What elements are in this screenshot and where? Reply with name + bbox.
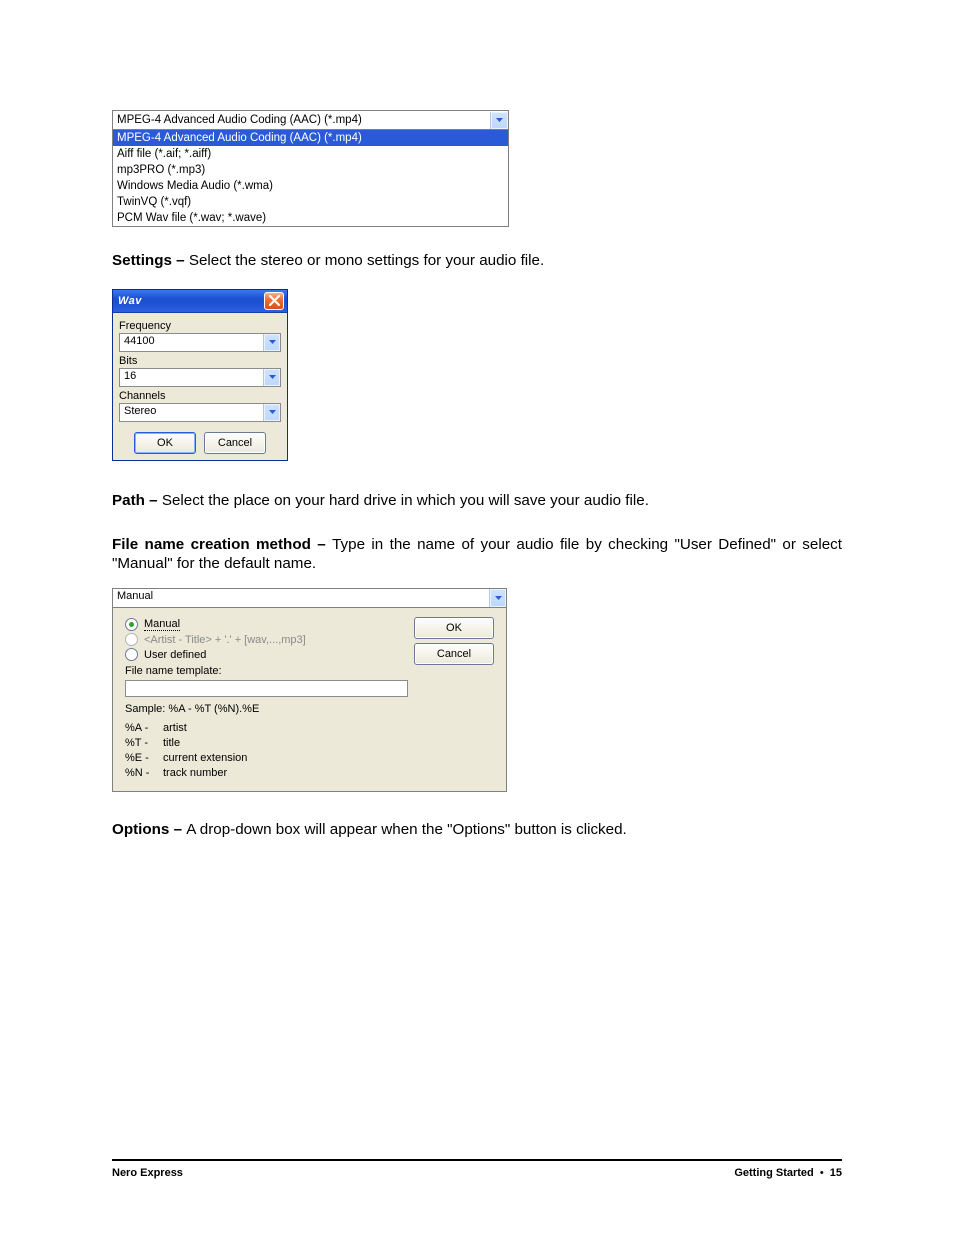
radio-pattern: <Artist - Title> + '.' + [wav,...,mp3] — [125, 633, 408, 646]
radio-userdefined[interactable]: User defined — [125, 648, 408, 661]
channels-label: Channels — [119, 390, 281, 402]
path-text: Select the place on your hard drive in w… — [162, 492, 649, 509]
path-paragraph: Path – Select the place on your hard dri… — [112, 491, 842, 511]
legend-row: %N - track number — [125, 766, 408, 781]
bits-select[interactable]: 16 — [119, 368, 281, 387]
frequency-value: 44100 — [120, 334, 263, 351]
legend-val: artist — [163, 721, 187, 736]
legend-val: current extension — [163, 751, 247, 766]
channels-value: Stereo — [120, 404, 263, 421]
format-option[interactable]: Aiff file (*.aif; *.aiff) — [113, 146, 508, 162]
legend-val: title — [163, 736, 180, 751]
options-label: Options – — [112, 821, 186, 838]
page-footer: Nero Express Getting Started • 15 — [112, 1159, 842, 1179]
radio-icon — [125, 648, 138, 661]
filename-method-body: Manual <Artist - Title> + '.' + [wav,...… — [112, 607, 507, 792]
cancel-button[interactable]: Cancel — [414, 643, 494, 665]
legend-table: %A - artist %T - title %E - current exte… — [125, 721, 408, 781]
radio-userdefined-label: User defined — [144, 649, 206, 661]
wav-button-row: OK Cancel — [119, 432, 281, 454]
wav-settings-dialog: Wav Frequency 44100 Bits 16 Channels Ste… — [112, 289, 288, 461]
chevron-down-icon[interactable] — [263, 334, 280, 351]
ok-button[interactable]: OK — [134, 432, 196, 454]
filename-method-select[interactable]: Manual — [112, 588, 507, 607]
format-option[interactable]: Windows Media Audio (*.wma) — [113, 178, 508, 194]
bits-label: Bits — [119, 355, 281, 367]
close-icon[interactable] — [264, 292, 284, 310]
legend-key: %A - — [125, 721, 163, 736]
cancel-button[interactable]: Cancel — [204, 432, 266, 454]
path-label: Path – — [112, 492, 162, 509]
options-paragraph: Options – A drop-down box will appear wh… — [112, 820, 842, 840]
filename-label: File name creation method – — [112, 536, 332, 553]
legend-row: %A - artist — [125, 721, 408, 736]
wav-titlebar: Wav — [113, 290, 287, 313]
radio-manual-label: Manual — [144, 618, 180, 631]
legend-row: %E - current extension — [125, 751, 408, 766]
chevron-down-icon[interactable] — [489, 589, 506, 607]
settings-text: Select the stereo or mono settings for y… — [189, 252, 544, 269]
filename-body-right: OK Cancel — [414, 616, 496, 781]
settings-label: Settings – — [112, 252, 189, 269]
footer-section: Getting Started — [734, 1167, 813, 1179]
template-input[interactable] — [125, 680, 408, 697]
wav-title-text: Wav — [118, 295, 142, 307]
bits-value: 16 — [120, 369, 263, 386]
format-dropdown[interactable]: MPEG-4 Advanced Audio Coding (AAC) (*.mp… — [112, 110, 509, 227]
frequency-label: Frequency — [119, 320, 281, 332]
legend-row: %T - title — [125, 736, 408, 751]
chevron-down-icon[interactable] — [490, 112, 508, 129]
filename-method-value: Manual — [113, 589, 489, 607]
legend-val: track number — [163, 766, 227, 781]
radio-icon — [125, 633, 138, 646]
bullet-icon: • — [820, 1167, 824, 1179]
template-label: File name template: — [125, 665, 408, 677]
filename-method-panel: Manual Manual <Artist - Title> + '.' + [… — [112, 588, 507, 792]
channels-select[interactable]: Stereo — [119, 403, 281, 422]
legend-key: %N - — [125, 766, 163, 781]
format-option[interactable]: TwinVQ (*.vqf) — [113, 194, 508, 210]
format-dropdown-field[interactable]: MPEG-4 Advanced Audio Coding (AAC) (*.mp… — [113, 111, 508, 129]
chevron-down-icon[interactable] — [263, 369, 280, 386]
format-option[interactable]: PCM Wav file (*.wav; *.wave) — [113, 210, 508, 226]
options-text: A drop-down box will appear when the "Op… — [186, 821, 627, 838]
legend-key: %E - — [125, 751, 163, 766]
sample-text: Sample: %A - %T (%N).%E — [125, 703, 408, 715]
frequency-select[interactable]: 44100 — [119, 333, 281, 352]
radio-icon — [125, 618, 138, 631]
chevron-down-icon[interactable] — [263, 404, 280, 421]
footer-left: Nero Express — [112, 1167, 183, 1179]
filename-paragraph: File name creation method – Type in the … — [112, 535, 842, 575]
format-dropdown-list[interactable]: MPEG-4 Advanced Audio Coding (AAC) (*.mp… — [113, 129, 508, 226]
filename-body-left: Manual <Artist - Title> + '.' + [wav,...… — [125, 616, 414, 781]
format-option[interactable]: MPEG-4 Advanced Audio Coding (AAC) (*.mp… — [113, 130, 508, 146]
wav-body: Frequency 44100 Bits 16 Channels Stereo … — [113, 313, 287, 460]
footer-page-number: 15 — [830, 1167, 842, 1179]
settings-paragraph: Settings – Select the stereo or mono set… — [112, 251, 842, 271]
legend-key: %T - — [125, 736, 163, 751]
radio-manual[interactable]: Manual — [125, 618, 408, 631]
format-dropdown-selected: MPEG-4 Advanced Audio Coding (AAC) (*.mp… — [113, 114, 366, 126]
document-page: MPEG-4 Advanced Audio Coding (AAC) (*.mp… — [0, 0, 954, 1235]
format-option[interactable]: mp3PRO (*.mp3) — [113, 162, 508, 178]
radio-pattern-label: <Artist - Title> + '.' + [wav,...,mp3] — [144, 634, 306, 646]
ok-button[interactable]: OK — [414, 617, 494, 639]
footer-right: Getting Started • 15 — [734, 1167, 842, 1179]
